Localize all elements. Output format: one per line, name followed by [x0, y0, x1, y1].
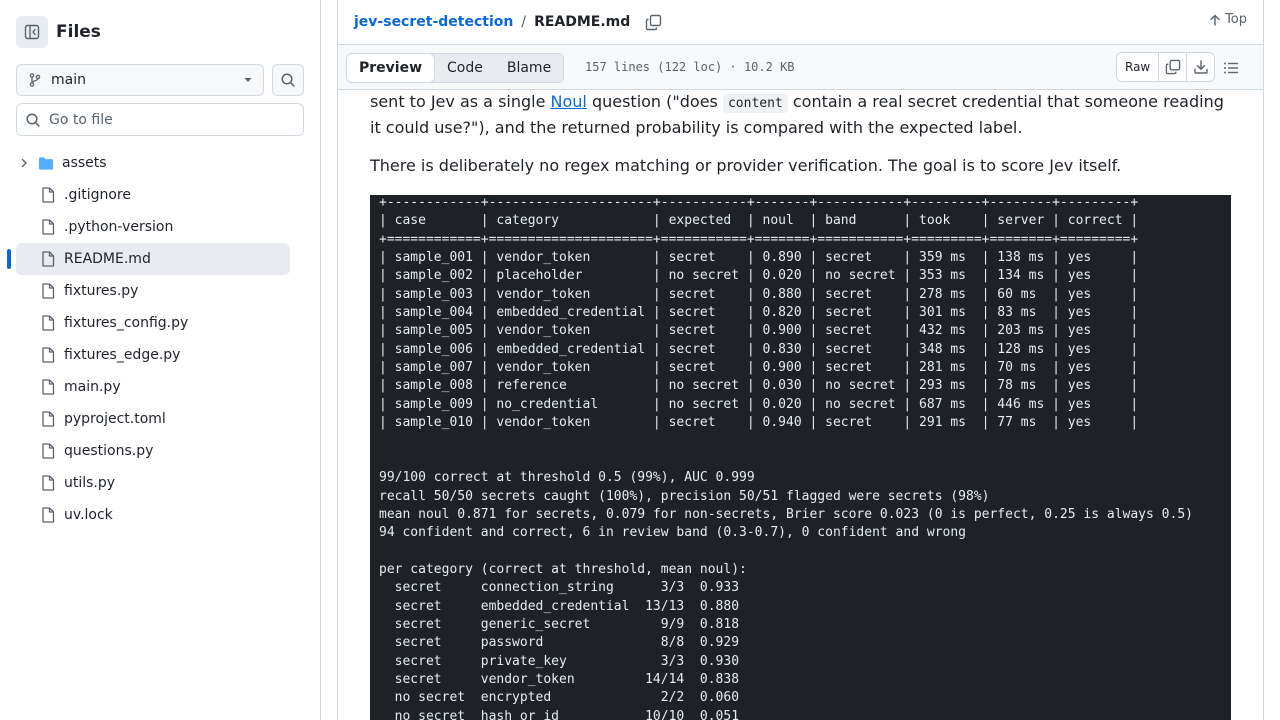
- tab-preview[interactable]: Preview: [346, 53, 436, 83]
- tree-file-fixtures-edge[interactable]: fixtures_edge.py: [16, 339, 290, 371]
- tab-code[interactable]: Code: [435, 54, 495, 82]
- tree-item-label: assets: [62, 155, 107, 171]
- tree-file-fixtures-config[interactable]: fixtures_config.py: [16, 307, 290, 339]
- file-view: jev-secret-detection / README.md Top Pre…: [337, 0, 1264, 720]
- breadcrumb-repo-link[interactable]: jev-secret-detection: [354, 14, 513, 30]
- terminal-output-block: +------------+---------------------+----…: [370, 195, 1231, 720]
- file-icon: [40, 219, 56, 235]
- tree-file-readme[interactable]: README.md: [7, 243, 290, 275]
- tree-file-pyproject[interactable]: pyproject.toml: [16, 403, 290, 435]
- branch-name: main: [51, 72, 86, 88]
- tree-file-gitignore[interactable]: .gitignore: [16, 179, 290, 211]
- arrow-up-icon: [1210, 14, 1220, 26]
- go-to-file-input[interactable]: [49, 111, 289, 128]
- copy-icon: [645, 14, 661, 30]
- file-icon: [40, 315, 56, 331]
- file-icon: [40, 251, 56, 267]
- file-icon: [40, 379, 56, 395]
- outline-button[interactable]: [1222, 59, 1240, 77]
- download-icon: [1194, 60, 1208, 74]
- breadcrumb-file: README.md: [534, 14, 631, 30]
- sidebar-header: Files: [16, 16, 101, 48]
- tree-item-label: questions.py: [64, 443, 154, 459]
- file-meta: 157 lines (122 loc) · 10.2 KB: [585, 60, 795, 74]
- file-toolbar: Preview Code Blame 157 lines (122 loc) ·…: [338, 44, 1263, 90]
- tab-blame[interactable]: Blame: [495, 54, 563, 82]
- copy-path-button[interactable]: [644, 13, 662, 31]
- breadcrumb-separator: /: [521, 14, 527, 30]
- file-tree: assets .gitignore .python-version README…: [7, 147, 290, 531]
- tree-item-label: fixtures_edge.py: [64, 347, 181, 363]
- git-branch-icon: [29, 73, 41, 87]
- back-to-top-button[interactable]: Top: [1209, 12, 1247, 27]
- view-mode-tabs: Preview Code Blame: [346, 53, 565, 83]
- file-icon: [40, 411, 56, 427]
- breadcrumb: jev-secret-detection / README.md: [354, 0, 662, 44]
- tree-item-label: .gitignore: [64, 187, 131, 203]
- download-button[interactable]: [1186, 53, 1214, 81]
- noul-link[interactable]: Noul: [551, 92, 587, 111]
- file-icon: [40, 347, 56, 363]
- tree-item-label: uv.lock: [64, 507, 113, 523]
- copy-icon: [1165, 59, 1180, 75]
- file-actions-group: Raw: [1116, 52, 1216, 82]
- tree-item-label: main.py: [64, 379, 121, 395]
- file-icon: [40, 475, 56, 491]
- inline-code: content: [722, 94, 788, 113]
- copy-raw-button[interactable]: [1158, 53, 1186, 81]
- tree-item-label: fixtures_config.py: [64, 315, 189, 331]
- search-icon: [281, 73, 295, 87]
- branch-selector[interactable]: main: [16, 64, 264, 96]
- tree-item-label: utils.py: [64, 475, 116, 491]
- file-icon: [40, 507, 56, 523]
- go-to-file-field[interactable]: [16, 103, 304, 136]
- sidebar-collapse-icon: [24, 24, 40, 40]
- top-label: Top: [1225, 12, 1247, 27]
- readme-content: sent to Jev as a single Noul question ("…: [370, 90, 1232, 720]
- tree-item-label: .python-version: [64, 219, 174, 235]
- tree-item-label: fixtures.py: [64, 283, 139, 299]
- readme-paragraph: There is deliberately no regex matching …: [370, 156, 1122, 175]
- tree-item-label: pyproject.toml: [64, 411, 166, 427]
- tree-file-questions[interactable]: questions.py: [16, 435, 290, 467]
- list-outline-icon: [1224, 62, 1238, 74]
- caret-down-icon: [244, 78, 252, 82]
- tree-item-label: README.md: [64, 251, 151, 267]
- tree-file-fixtures[interactable]: fixtures.py: [16, 275, 290, 307]
- raw-button[interactable]: Raw: [1117, 53, 1158, 81]
- selected-indicator: [7, 249, 11, 269]
- collapse-sidebar-button[interactable]: [16, 16, 48, 48]
- file-icon: [40, 187, 56, 203]
- para-text: sent to Jev as a single: [370, 92, 551, 111]
- readme-paragraph: sent to Jev as a single Noul question ("…: [370, 90, 1232, 140]
- file-tree-sidebar: Files main Go to file assets .gitignore …: [0, 0, 321, 720]
- tree-file-main[interactable]: main.py: [16, 371, 290, 403]
- tree-file-uv-lock[interactable]: uv.lock: [16, 499, 290, 531]
- folder-icon: [38, 155, 54, 171]
- file-icon: [40, 283, 56, 299]
- search-files-button[interactable]: [272, 64, 304, 96]
- terminal-output-text: +------------+---------------------+----…: [379, 195, 1193, 720]
- tree-file-python-version[interactable]: .python-version: [16, 211, 290, 243]
- sidebar-title: Files: [56, 22, 101, 42]
- tree-folder-assets[interactable]: assets: [16, 147, 290, 179]
- chevron-right-icon[interactable]: [16, 157, 32, 169]
- search-icon: [26, 112, 40, 127]
- file-icon: [40, 443, 56, 459]
- tree-file-utils[interactable]: utils.py: [16, 467, 290, 499]
- para-text: question ("does: [586, 92, 723, 111]
